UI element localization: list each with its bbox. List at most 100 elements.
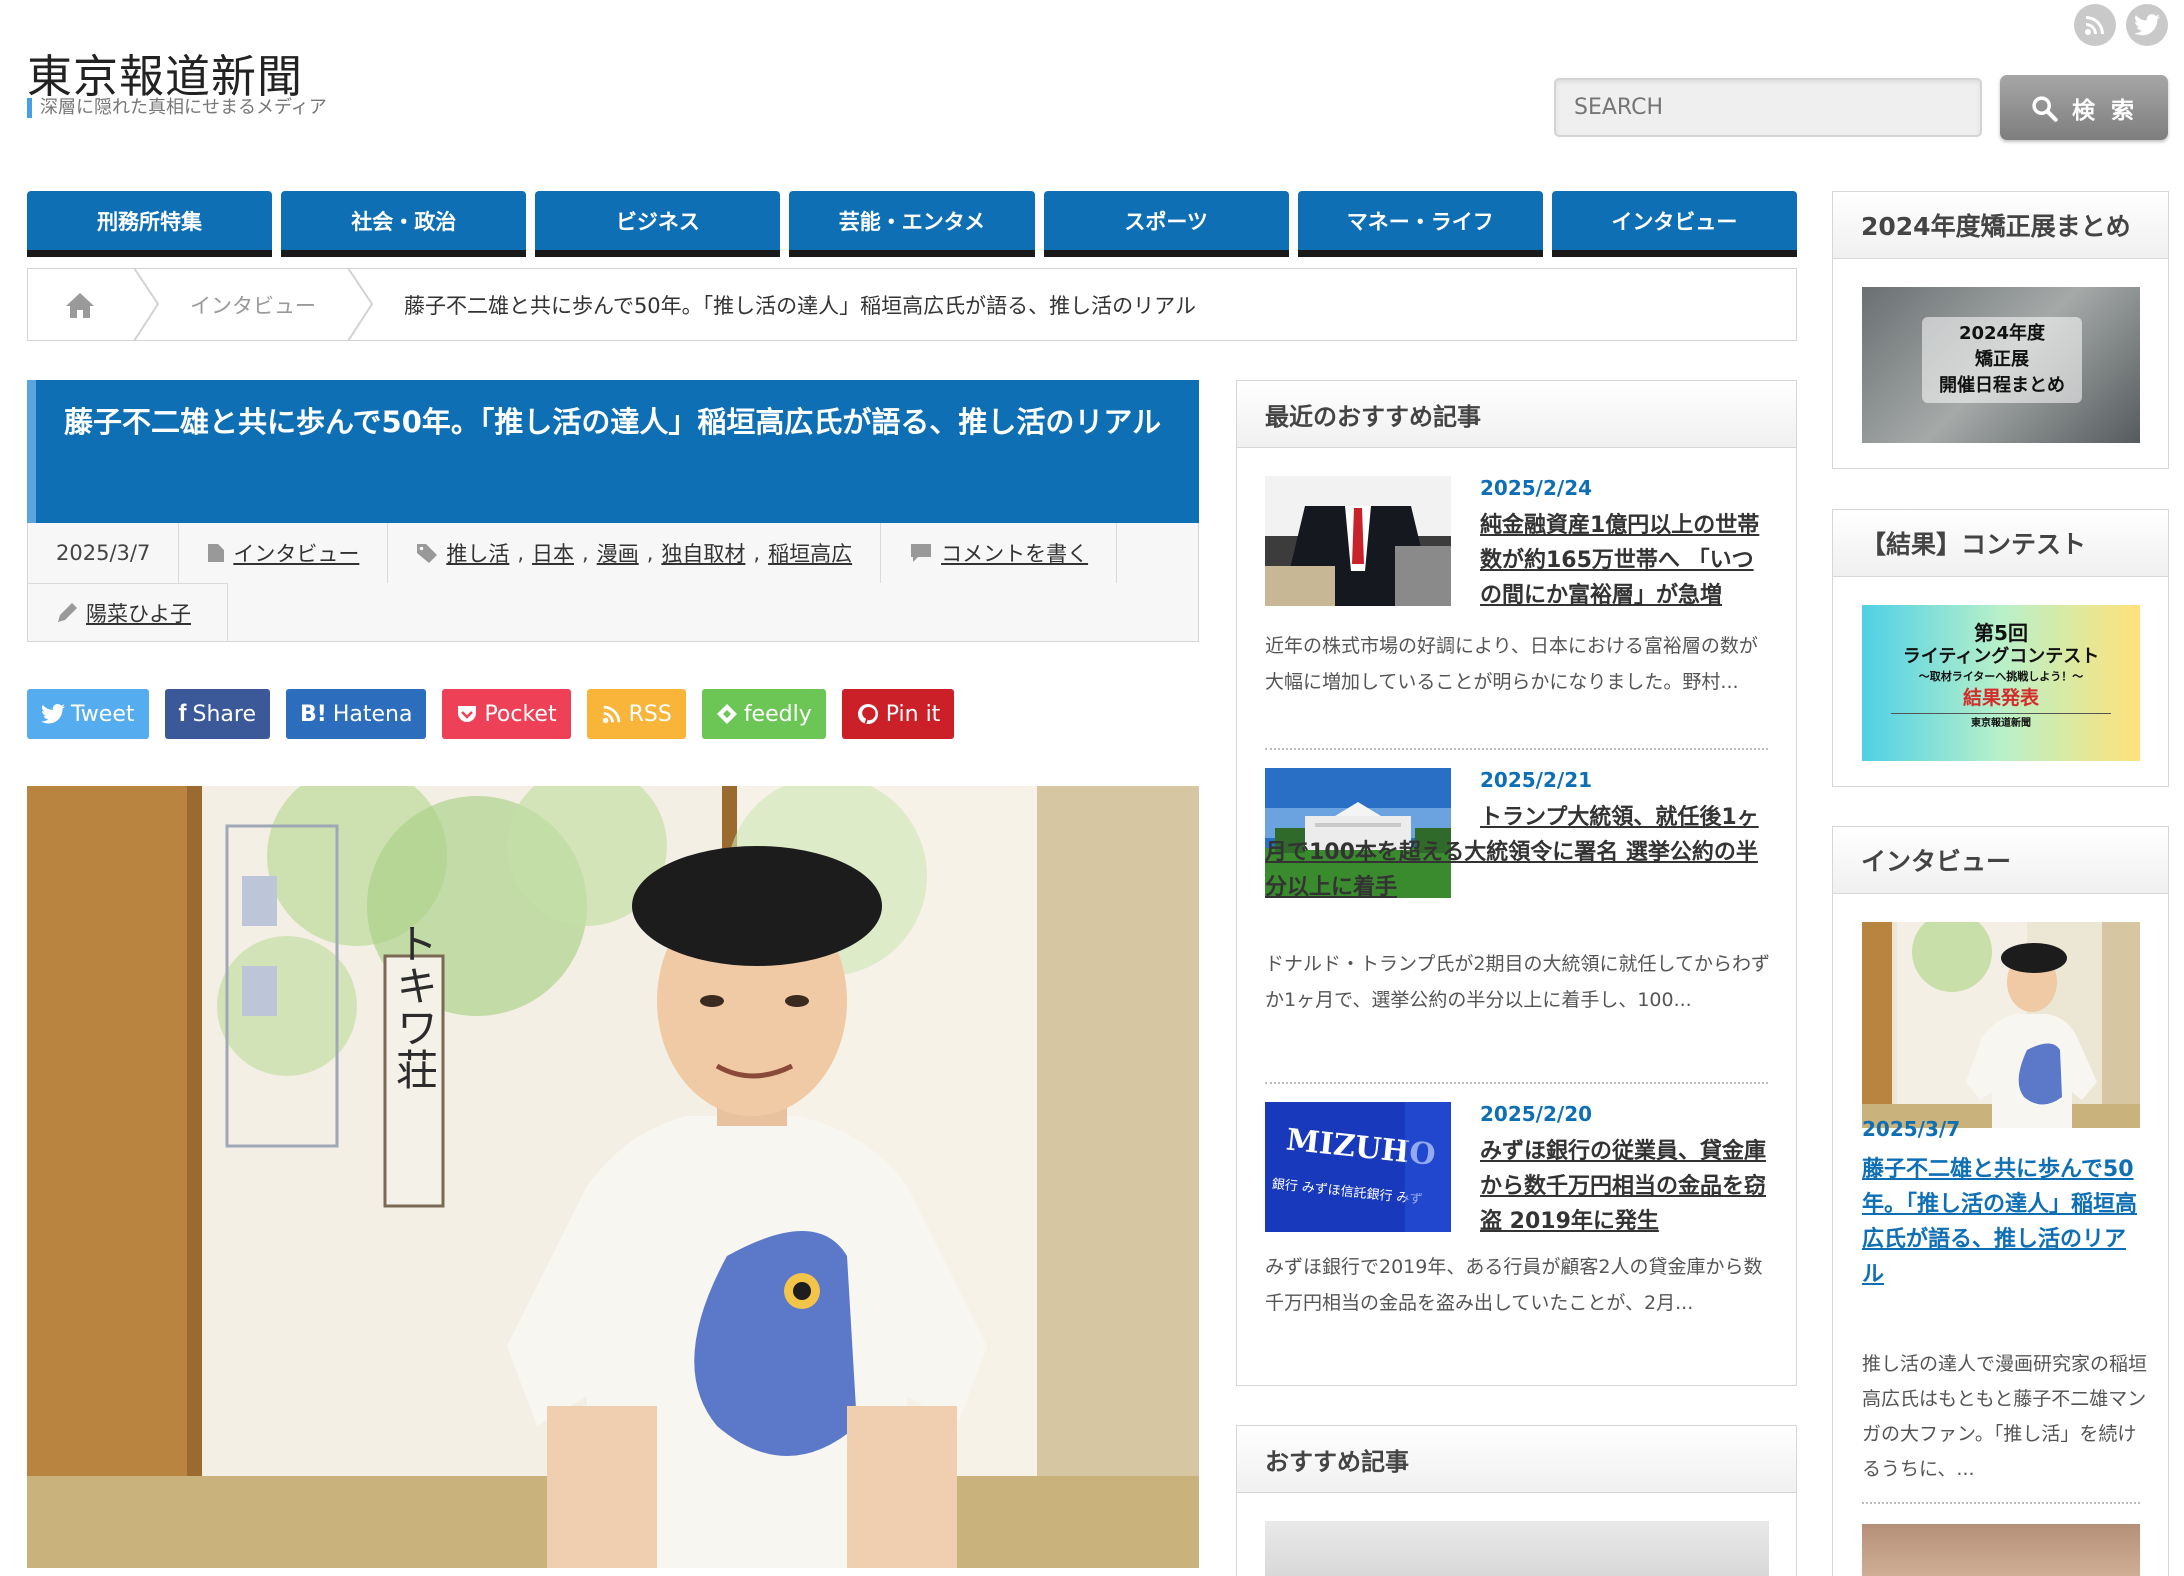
photo-sign-text: トキワ荘	[390, 922, 439, 1090]
article-title-link[interactable]: みずほ銀行の従業員、貸金庫から数千万円相当の金品を窃盗 2019年に発生	[1480, 1134, 1770, 1239]
hatena-button[interactable]: B! Hatena	[286, 689, 427, 739]
article-thumbnail[interactable]	[1265, 1521, 1769, 1576]
interview-thumbnail[interactable]	[1862, 922, 2140, 1128]
pocket-label: Pocket	[484, 701, 557, 727]
date-text: 2025/3/7	[56, 541, 151, 565]
interview-title-link[interactable]: 藤子不二雄と共に歩んで50年。「推し活の達人」稲垣高広氏が語る、推し活のリアル	[1862, 1152, 2142, 1292]
rss-button[interactable]: RSS	[586, 689, 686, 739]
recommended-heading: おすすめ記事	[1237, 1426, 1796, 1493]
article-date: 2025/3/7	[28, 523, 180, 583]
article-comment: コメントを書く	[881, 523, 1118, 583]
search-icon	[2032, 95, 2058, 122]
social-icons	[2074, 4, 2168, 46]
comment-icon	[911, 544, 932, 562]
share-label: Share	[192, 701, 257, 727]
banner-line: 開催日程まとめ	[1939, 375, 2065, 396]
recommended-articles: おすすめ記事	[1236, 1425, 1797, 1576]
list-item[interactable]: 2025/2/24 純金融資産1億円以上の世帯数が約165万世帯へ 「いつの間に…	[1237, 448, 1796, 748]
breadcrumb-current: 藤子不二雄と共に歩んで50年。「推し活の達人」稲垣高広氏が語る、推し活のリアル	[404, 293, 1196, 318]
rss-icon[interactable]	[2074, 4, 2116, 46]
tag-link[interactable]: 稲垣高広	[768, 538, 852, 568]
exhibition-banner[interactable]: 2024年度 矯正展 開催日程まとめ	[1862, 287, 2140, 443]
home-icon	[66, 292, 94, 318]
facebook-icon: f	[178, 700, 187, 727]
facebook-share-button[interactable]: f Share	[164, 689, 270, 739]
search-button[interactable]: 検 索	[2000, 75, 2168, 140]
article-title-link[interactable]: トランプ大統領、就任後1ヶ月で100本を超える大統領令に署名 選挙公約の半分以上…	[1265, 800, 1770, 905]
banner-line: 第5回	[1974, 621, 2028, 645]
feedly-icon	[716, 704, 737, 724]
tweet-label: Tweet	[71, 701, 135, 727]
category-link[interactable]: インタビュー	[233, 538, 359, 568]
recent-articles: 最近のおすすめ記事 2025/2/24 純金融資産1億円以上の世帯数が約165万…	[1236, 380, 1797, 1386]
interview-box: インタビュー 2025/3/7 藤子不二雄と共に歩んで50年。「推し活の達人」稲…	[1832, 826, 2169, 1576]
nav-item-prison[interactable]: 刑務所特集	[27, 191, 273, 257]
breadcrumb-category[interactable]: インタビュー	[160, 290, 346, 320]
feedly-label: feedly	[743, 701, 812, 727]
tag-link[interactable]: 独自取材	[661, 538, 745, 568]
article-category: インタビュー	[179, 523, 389, 583]
list-item[interactable]: 2025/2/21 トランプ大統領、就任後1ヶ月で100本を超える大統領令に署名…	[1237, 750, 1796, 1082]
exhibition-summary-box: 2024年度矯正展まとめ 2024年度 矯正展 開催日程まとめ	[1832, 191, 2169, 469]
nav-item-interview[interactable]: インタビュー	[1551, 191, 1797, 257]
contest-box: 【結果】コンテスト 第5回 ライティングコンテスト 〜取材ライターへ挑戦しよう！…	[1832, 509, 2169, 787]
breadcrumb-separator	[347, 268, 374, 341]
twitter-icon[interactable]	[2126, 4, 2168, 46]
article-author: 陽菜ひよ子	[28, 583, 228, 641]
recent-heading: 最近のおすすめ記事	[1237, 381, 1796, 448]
feedly-button[interactable]: feedly	[701, 689, 826, 739]
list-item[interactable]: MIZUHO 銀行 みずほ信託銀行 みず 2025/2/20 みずほ銀行の従業員…	[1237, 1084, 1796, 1384]
article-meta: 2025/3/7 インタビュー 推し活, 日本, 漫画, 独自取材, 稲垣高広 …	[27, 523, 1199, 642]
nav-item-sports[interactable]: スポーツ	[1043, 191, 1289, 257]
banner-line: 結果発表	[1962, 687, 2039, 709]
author-link[interactable]: 陽菜ひよ子	[86, 598, 191, 628]
nav-item-business[interactable]: ビジネス	[535, 191, 781, 257]
contest-banner[interactable]: 第5回 ライティングコンテスト 〜取材ライターへ挑戦しよう！〜 結果発表 東京報…	[1862, 605, 2140, 761]
tag-link[interactable]: 日本	[532, 538, 574, 568]
search-input[interactable]	[1554, 78, 1982, 137]
pencil-icon	[58, 602, 77, 622]
article-photo: トキワ荘	[27, 786, 1199, 1568]
pinterest-button[interactable]: Pin it	[841, 689, 955, 739]
article-excerpt: 近年の株式市場の好調により、日本における富裕層の数が大幅に増加していることが明ら…	[1265, 635, 1758, 693]
tweet-button[interactable]: Tweet	[27, 689, 149, 739]
exhibition-heading: 2024年度矯正展まとめ	[1833, 192, 2168, 259]
nav-item-money[interactable]: マネー・ライフ	[1297, 191, 1543, 257]
share-buttons: Tweet f Share B! Hatena Pocket RSS feedl…	[27, 689, 955, 739]
nav-item-entertainment[interactable]: 芸能・エンタメ	[789, 191, 1035, 257]
tag-link[interactable]: 漫画	[597, 538, 639, 568]
folder-icon	[208, 544, 225, 562]
nav-item-society[interactable]: 社会・政治	[281, 191, 527, 257]
banner-line: 2024年度	[1958, 323, 2046, 344]
site-description: 深層に隠れた真相にせまるメディア	[27, 98, 327, 118]
article-date: 2025/2/21	[1480, 768, 1593, 792]
breadcrumb-separator	[133, 268, 160, 341]
article-thumbnail[interactable]	[1265, 476, 1451, 606]
twitter-icon	[41, 704, 65, 724]
article-thumbnail[interactable]: MIZUHO 銀行 みずほ信託銀行 みず	[1265, 1102, 1451, 1232]
article-tags: 推し活, 日本, 漫画, 独自取材, 稲垣高広	[388, 523, 882, 583]
pocket-icon	[458, 706, 477, 722]
rss-icon	[602, 705, 620, 724]
pocket-button[interactable]: Pocket	[442, 689, 571, 739]
tag-icon	[417, 544, 438, 563]
banner-line: 東京報道新聞	[1971, 718, 2031, 729]
breadcrumb-home[interactable]	[28, 269, 132, 340]
divider	[1862, 1502, 2140, 1504]
interview-heading: インタビュー	[1833, 827, 2168, 894]
article-date: 2025/2/20	[1480, 1102, 1593, 1126]
article-thumbnail[interactable]	[1862, 1524, 2140, 1576]
article-title: 藤子不二雄と共に歩んで50年。「推し活の達人」稲垣高広氏が語る、推し活のリアル	[27, 380, 1199, 523]
pinterest-icon	[857, 704, 878, 724]
banner-line: 〜取材ライターへ挑戦しよう！〜	[1918, 670, 2084, 683]
search-button-label: 検 索	[2071, 97, 2138, 124]
site-title[interactable]: 東京報道新聞	[27, 40, 303, 105]
comment-link[interactable]: コメントを書く	[941, 538, 1088, 568]
interview-date: 2025/3/7	[1862, 1117, 1961, 1141]
main-nav: 刑務所特集 社会・政治 ビジネス 芸能・エンタメ スポーツ マネー・ライフ イン…	[27, 191, 1797, 257]
tag-link[interactable]: 推し活	[446, 538, 509, 568]
breadcrumb: インタビュー 藤子不二雄と共に歩んで50年。「推し活の達人」稲垣高広氏が語る、推…	[27, 268, 1797, 341]
interview-excerpt: 推し活の達人で漫画研究家の稲垣高広氏はもともと藤子不二雄マンガの大ファン。「推し…	[1862, 1353, 2148, 1480]
hatena-icon: B!	[300, 701, 327, 727]
article-title-link[interactable]: 純金融資産1億円以上の世帯数が約165万世帯へ 「いつの間にか富裕層」が急増	[1480, 508, 1770, 613]
